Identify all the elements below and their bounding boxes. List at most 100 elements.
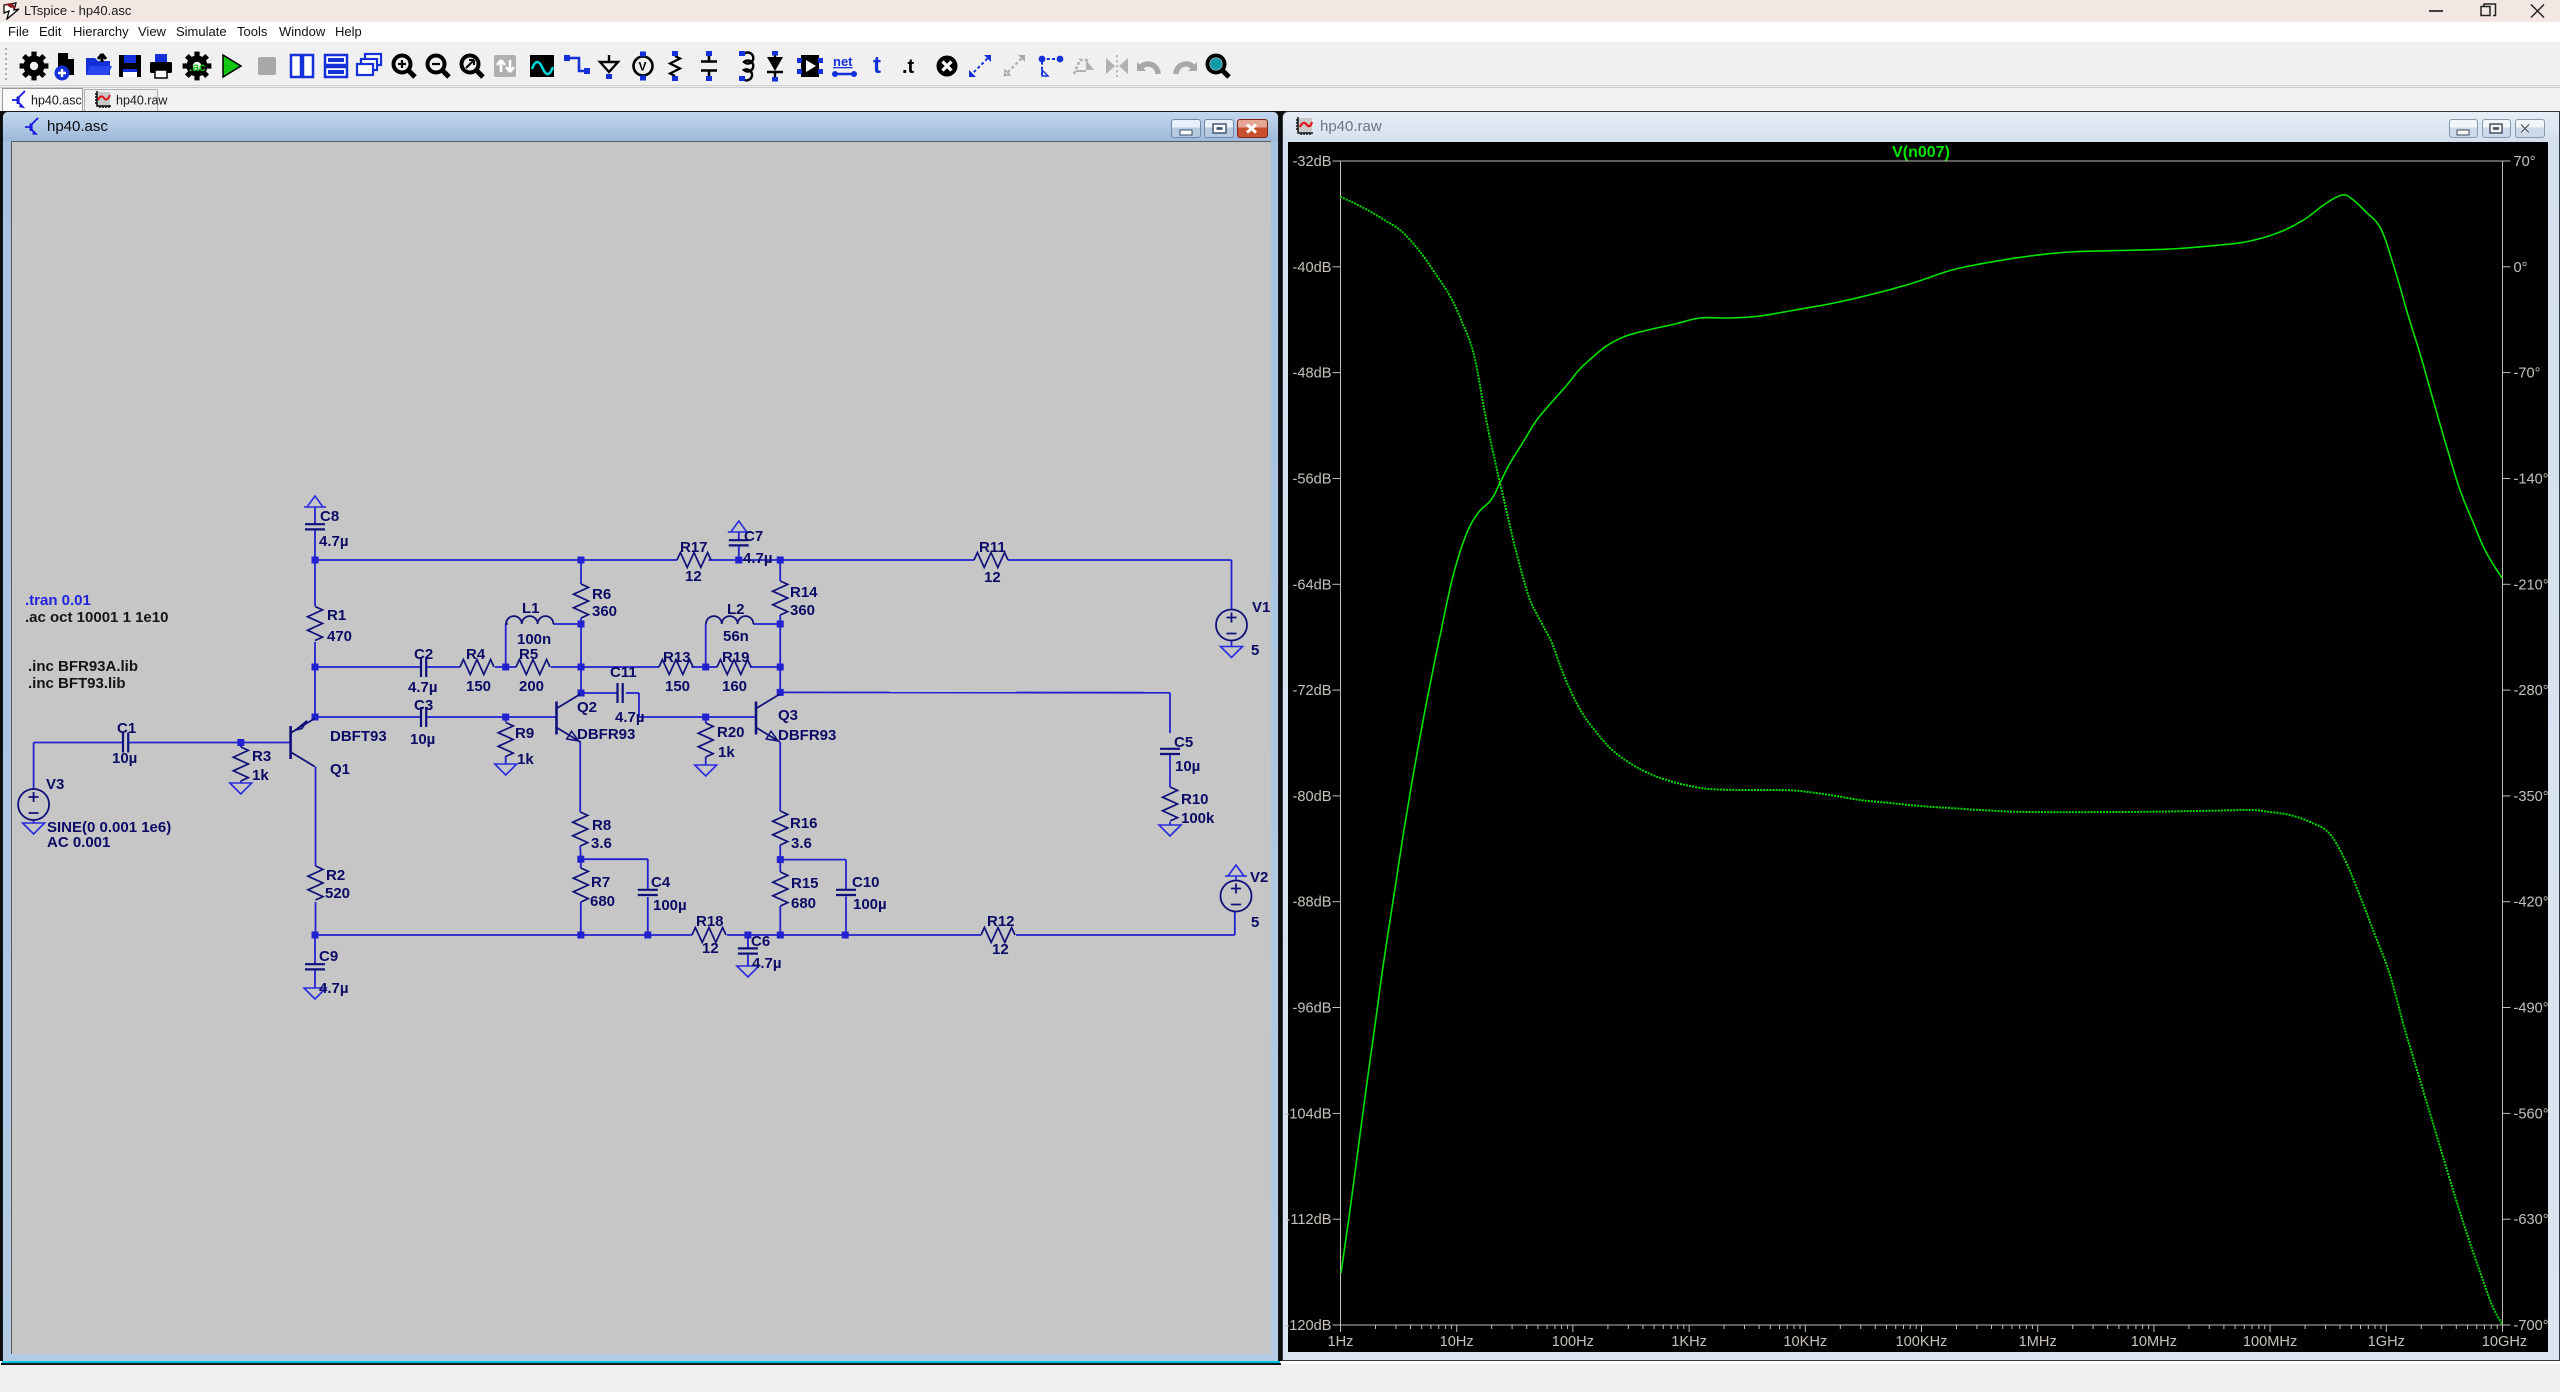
svg-text:R4: R4	[466, 646, 486, 663]
svg-text:680: 680	[791, 895, 816, 912]
svg-text:1k: 1k	[252, 767, 269, 784]
svg-text:C7: C7	[744, 528, 763, 545]
svg-text:10µ: 10µ	[112, 750, 137, 767]
svg-text:C11: C11	[610, 664, 637, 681]
svg-text:R16: R16	[790, 815, 818, 832]
svg-text:5: 5	[1251, 642, 1259, 659]
svg-text:360: 360	[790, 602, 815, 619]
svg-text:C6: C6	[751, 933, 770, 950]
svg-text:200: 200	[519, 678, 544, 695]
svg-text:R11: R11	[979, 539, 1006, 556]
svg-text:DBFT93: DBFT93	[330, 728, 387, 745]
svg-text:.inc BFT93.lib: .inc BFT93.lib	[28, 675, 126, 692]
svg-text:5: 5	[1251, 914, 1259, 931]
svg-text:R2: R2	[326, 867, 345, 884]
svg-text:hp40.raw: hp40.raw	[116, 94, 168, 108]
svg-text:R9: R9	[515, 725, 534, 742]
svg-text:C2: C2	[414, 646, 433, 663]
svg-text:4.7µ: 4.7µ	[408, 679, 438, 696]
svg-text:.inc BFR93A.lib: .inc BFR93A.lib	[28, 658, 138, 675]
svg-text:4.7µ: 4.7µ	[752, 955, 782, 972]
svg-text:150: 150	[466, 678, 491, 695]
svg-text:-40dB: -40dB	[1293, 260, 1332, 276]
svg-text:-104dB: -104dB	[1284, 1106, 1331, 1122]
svg-text:AC 0.001: AC 0.001	[47, 834, 110, 851]
svg-text:1Hz: 1Hz	[1328, 1334, 1354, 1350]
svg-text:3.6: 3.6	[791, 835, 812, 852]
svg-text:100KHz: 100KHz	[1896, 1334, 1948, 1350]
svg-text:-700°: -700°	[2514, 1318, 2549, 1334]
svg-text:10MHz: 10MHz	[2131, 1334, 2177, 1350]
svg-text:70°: 70°	[2514, 154, 2536, 170]
svg-text:-56dB: -56dB	[1293, 472, 1332, 488]
svg-text:R1: R1	[327, 607, 346, 624]
svg-text:12: 12	[685, 568, 702, 585]
svg-text:hp40.asc: hp40.asc	[31, 94, 82, 108]
svg-text:V: V	[639, 60, 647, 74]
svg-text:.ac oct 10001 1 1e10: .ac oct 10001 1 1e10	[25, 609, 168, 626]
svg-text:100k: 100k	[1181, 810, 1215, 827]
svg-text:100n: 100n	[517, 631, 551, 648]
svg-text:-420°: -420°	[2514, 895, 2549, 911]
svg-text:4.7µ: 4.7µ	[319, 980, 349, 997]
svg-text:C3: C3	[414, 697, 433, 714]
svg-text:-70°: -70°	[2514, 366, 2541, 382]
svg-text:R5: R5	[519, 646, 538, 663]
svg-text:Q1: Q1	[330, 761, 350, 778]
svg-text:-32dB: -32dB	[1293, 154, 1332, 170]
svg-text:470: 470	[327, 628, 352, 645]
svg-text:C10: C10	[852, 874, 880, 891]
svg-text:C1: C1	[117, 720, 136, 737]
svg-text:-210°: -210°	[2514, 577, 2549, 593]
svg-text:4.7µ: 4.7µ	[615, 709, 645, 726]
svg-text:net: net	[833, 54, 853, 69]
svg-text:C9: C9	[319, 948, 338, 965]
svg-text:10GHz: 10GHz	[2482, 1334, 2527, 1350]
svg-text:1GHz: 1GHz	[2368, 1334, 2405, 1350]
svg-text:DBFR93: DBFR93	[577, 726, 635, 743]
svg-text:56n: 56n	[723, 628, 749, 645]
svg-text:10µ: 10µ	[1175, 758, 1200, 775]
svg-text:-120dB: -120dB	[1284, 1318, 1331, 1334]
svg-text:10µ: 10µ	[410, 731, 435, 748]
svg-text:R10: R10	[1181, 791, 1209, 808]
svg-text:R14: R14	[790, 584, 818, 601]
svg-text:-112dB: -112dB	[1286, 1212, 1332, 1228]
svg-text:C4: C4	[651, 874, 671, 891]
svg-text:-350°: -350°	[2514, 789, 2549, 805]
svg-text:C8: C8	[320, 508, 339, 525]
svg-text:360: 360	[592, 603, 617, 620]
svg-text:R17: R17	[680, 539, 708, 556]
svg-text:12: 12	[702, 940, 719, 957]
svg-text:R8: R8	[592, 817, 611, 834]
svg-text:V2: V2	[1250, 869, 1268, 886]
svg-text:-140°: -140°	[2514, 472, 2549, 488]
svg-text:C5: C5	[1174, 734, 1193, 751]
svg-text:10Hz: 10Hz	[1440, 1334, 1474, 1350]
svg-text:R20: R20	[717, 724, 745, 741]
svg-text:1KHz: 1KHz	[1671, 1334, 1707, 1350]
svg-text:-80dB: -80dB	[1293, 789, 1332, 805]
svg-text:100Hz: 100Hz	[1552, 1334, 1594, 1350]
svg-text:DBFR93: DBFR93	[778, 727, 836, 744]
svg-text:0°: 0°	[2514, 260, 2528, 276]
svg-text:t: t	[873, 52, 881, 79]
svg-text:R3: R3	[252, 748, 271, 765]
svg-text:680: 680	[590, 893, 615, 910]
svg-text:.tran 0.01: .tran 0.01	[25, 592, 91, 609]
svg-text:V1: V1	[1252, 599, 1270, 616]
svg-text:1k: 1k	[517, 751, 534, 768]
svg-text:.ac: .ac	[189, 60, 206, 74]
svg-text:Q2: Q2	[577, 699, 597, 716]
svg-text:160: 160	[722, 678, 747, 695]
svg-text:Q3: Q3	[778, 707, 798, 724]
svg-text:12: 12	[984, 569, 1001, 586]
svg-text:520: 520	[325, 885, 350, 902]
svg-text:V(n007): V(n007)	[1892, 144, 1950, 161]
svg-text:150: 150	[665, 678, 690, 695]
svg-text:R19: R19	[722, 649, 750, 666]
svg-text:-560°: -560°	[2514, 1106, 2549, 1122]
svg-text:-48dB: -48dB	[1293, 366, 1332, 382]
svg-text:-630°: -630°	[2514, 1212, 2549, 1228]
svg-text:-88dB: -88dB	[1293, 895, 1332, 911]
